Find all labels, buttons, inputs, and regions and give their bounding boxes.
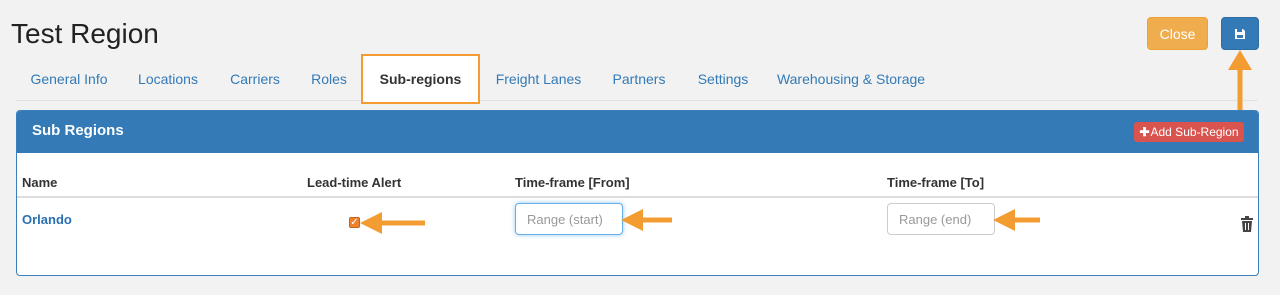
add-sub-region-button[interactable]: ✚ Add Sub-Region <box>1134 122 1244 142</box>
tab-bar: General Info Locations Carriers Roles Su… <box>16 54 1258 104</box>
column-header-time-frame-to: Time-frame [To] <box>887 175 985 190</box>
sub-region-name-link[interactable]: Orlando <box>22 212 72 227</box>
tab-general-info[interactable]: General Info <box>16 56 122 101</box>
sub-regions-panel: Sub Regions ✚ Add Sub-Region Name Lead-ti… <box>16 110 1259 276</box>
checkmark-icon: ✓ <box>350 216 359 228</box>
tab-warehousing-storage[interactable]: Warehousing & Storage <box>765 56 937 101</box>
plus-icon: ✚ <box>1139 125 1150 139</box>
panel-title: Sub Regions <box>32 122 124 139</box>
tab-carriers[interactable]: Carriers <box>214 56 296 101</box>
tab-partners[interactable]: Partners <box>597 56 681 101</box>
save-button[interactable] <box>1221 17 1259 50</box>
floppy-disk-icon <box>1235 28 1245 39</box>
trash-icon[interactable] <box>1240 215 1254 233</box>
close-button[interactable]: Close <box>1147 17 1208 50</box>
column-header-lead-time-alert: Lead-time Alert <box>307 175 402 190</box>
add-sub-region-label: Add Sub-Region <box>1150 125 1239 139</box>
tab-freight-lanes[interactable]: Freight Lanes <box>480 56 597 101</box>
tab-locations[interactable]: Locations <box>122 56 214 101</box>
time-frame-from-input[interactable]: Range (start) <box>515 203 623 235</box>
page-title: Test Region <box>11 18 159 49</box>
annotation-arrow-save <box>1228 50 1252 110</box>
lead-time-alert-checkbox[interactable]: ✓ <box>349 217 360 228</box>
tab-settings[interactable]: Settings <box>681 56 765 101</box>
annotation-arrow-checkbox <box>360 212 425 234</box>
column-header-time-frame-from: Time-frame [From] <box>515 175 630 190</box>
annotation-arrow-from-input <box>621 209 672 231</box>
tab-roles[interactable]: Roles <box>296 56 362 101</box>
column-header-name: Name <box>22 175 58 190</box>
tab-sub-regions[interactable]: Sub-regions <box>361 54 480 104</box>
annotation-arrow-to-input <box>993 209 1040 231</box>
header-divider <box>17 196 1258 198</box>
time-frame-to-input[interactable]: Range (end) <box>887 203 995 235</box>
panel-heading: Sub Regions ✚ Add Sub-Region <box>17 111 1258 153</box>
